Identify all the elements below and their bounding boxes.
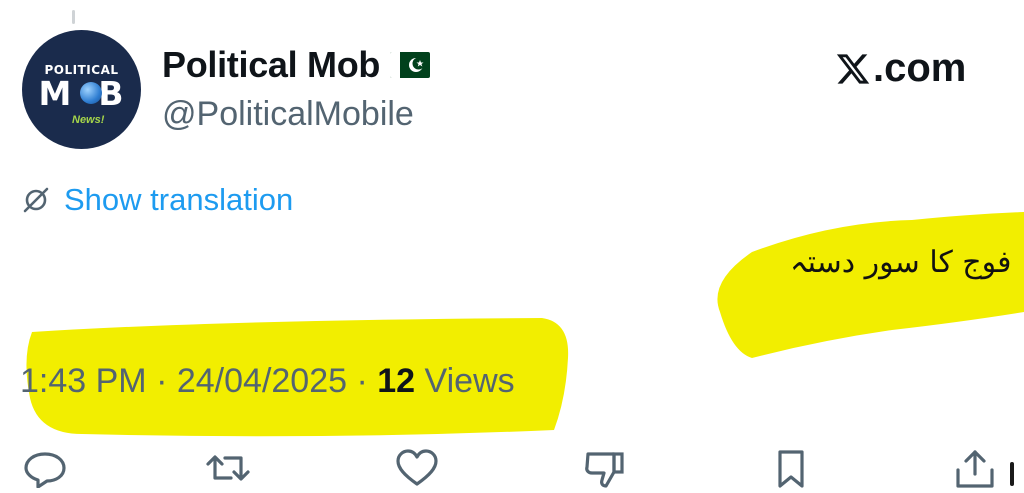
pakistan-flag-icon (390, 52, 431, 78)
globe-icon (80, 82, 102, 104)
reply-icon (24, 452, 66, 489)
drag-handle (72, 10, 75, 24)
avatar[interactable]: POLITICAL MB News! (22, 30, 141, 149)
show-translation-link[interactable]: Show translation (20, 182, 293, 218)
share-icon (956, 450, 994, 488)
x-logo-icon (836, 53, 870, 84)
show-translation-label: Show translation (64, 182, 294, 217)
bookmark-button[interactable] (768, 448, 814, 488)
repost-icon (206, 455, 250, 481)
views-label[interactable]: Views (425, 362, 515, 400)
avatar-text-bottom: News! (72, 114, 105, 126)
post-meta: 1:43 PM · 24/04/2025 · 12 Views (20, 362, 515, 400)
scrollbar[interactable] (1010, 462, 1014, 486)
author-name[interactable]: Political Mob (162, 44, 431, 86)
post-date[interactable]: 24/04/2025 (177, 362, 347, 400)
bookmark-icon (778, 450, 804, 488)
author-handle[interactable]: @PoliticalMobile (162, 95, 414, 134)
site-label: .com (873, 46, 967, 90)
repost-button[interactable] (205, 448, 251, 488)
share-button[interactable] (952, 448, 998, 488)
post-time[interactable]: 1:43 PM (20, 362, 147, 400)
like-icon (396, 449, 438, 486)
reply-button[interactable] (22, 448, 68, 489)
site-logo: .com (835, 46, 966, 91)
highlight-marker (717, 212, 1024, 358)
globe-slash-icon (23, 187, 49, 213)
like-button[interactable] (394, 448, 440, 488)
dislike-button[interactable] (582, 448, 628, 488)
views-count: 12 (377, 362, 416, 400)
author-name-text: Political Mob (162, 44, 381, 85)
post-text: فوج کا سور دستہ (790, 245, 1012, 280)
dislike-icon (585, 452, 624, 488)
